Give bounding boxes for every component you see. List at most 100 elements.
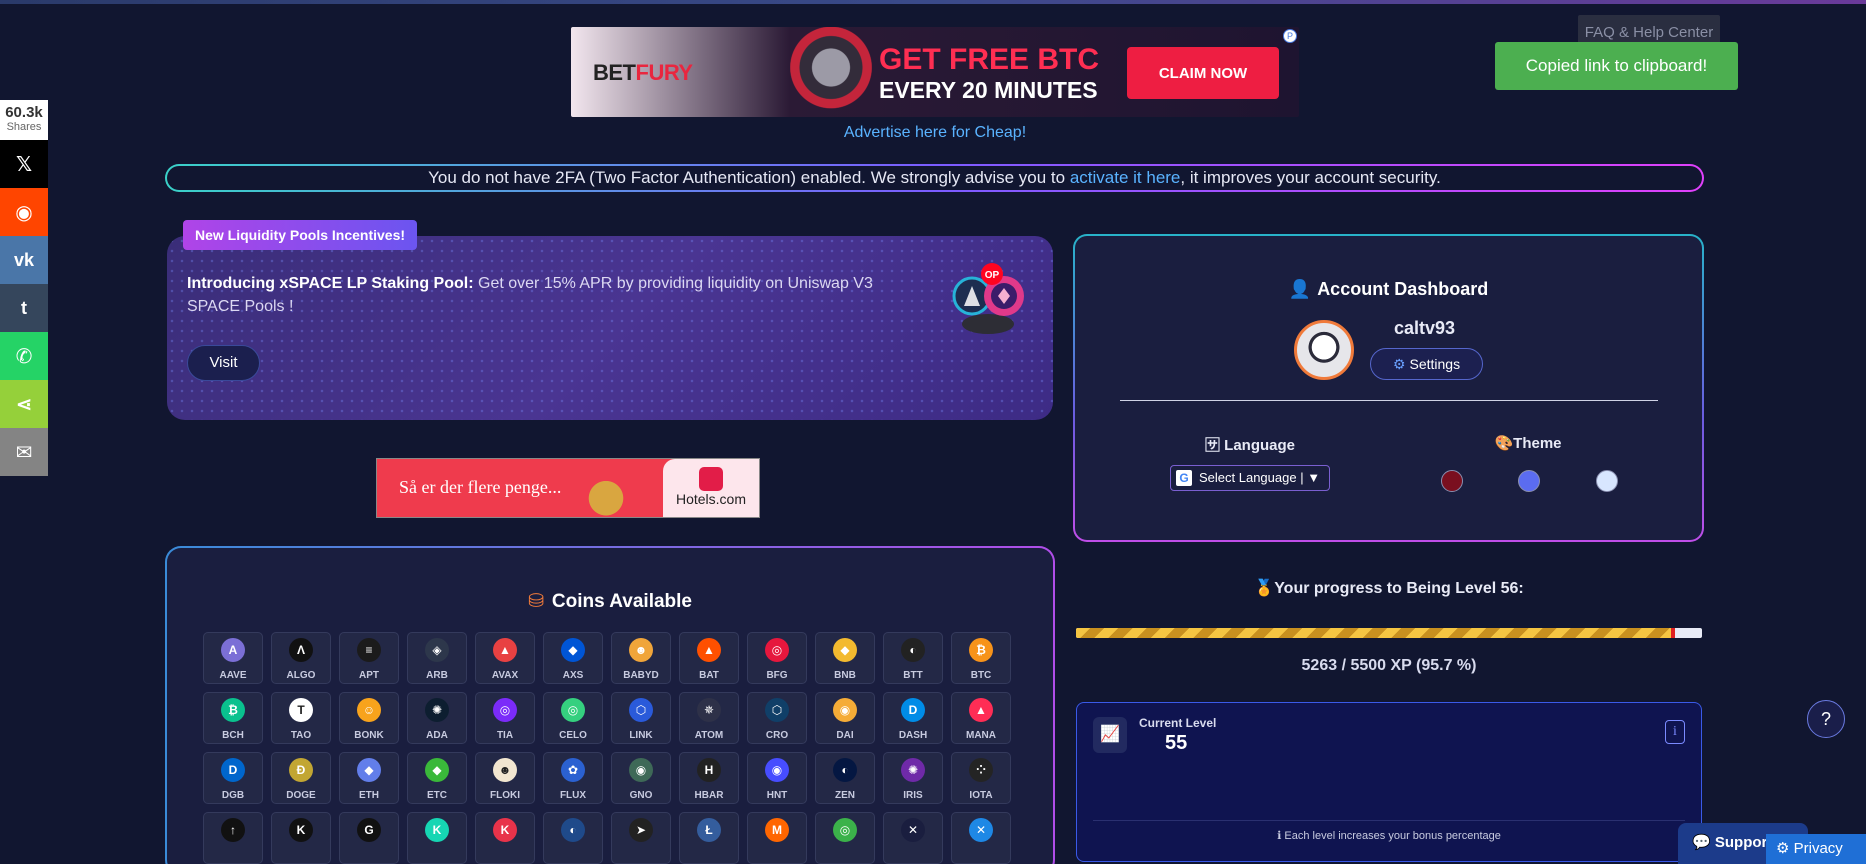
- help-button[interactable]: ?: [1807, 700, 1845, 738]
- share-whatsapp-button[interactable]: ✆: [0, 332, 48, 380]
- promo-tokens-illustration: OP: [952, 263, 1024, 334]
- betfury-logo: BETFURY: [593, 60, 693, 85]
- coin-tile[interactable]: T TAO: [271, 692, 331, 744]
- share-sharethis-button[interactable]: ⋖: [0, 380, 48, 428]
- theme-swatch[interactable]: [1441, 470, 1463, 492]
- coin-tile[interactable]: ◉ GNO: [611, 752, 671, 804]
- email-icon: ✉: [15, 441, 33, 464]
- coin-tile[interactable]: Λ ALGO: [271, 632, 331, 684]
- coin-icon: ☻: [493, 758, 517, 782]
- avatar[interactable]: [1294, 320, 1354, 380]
- coin-tile[interactable]: M: [747, 812, 807, 864]
- coin-icon: A: [221, 638, 245, 662]
- coin-tile[interactable]: ◆ ETH: [339, 752, 399, 804]
- coin-tile[interactable]: ➤: [611, 812, 671, 864]
- award-icon: 🏅: [1254, 580, 1275, 597]
- coin-tile[interactable]: ✵ ATOM: [679, 692, 739, 744]
- coin-icon: ≡: [357, 638, 381, 662]
- coin-tile[interactable]: ◎: [815, 812, 875, 864]
- share-tumblr-button[interactable]: t: [0, 284, 48, 332]
- coin-tile[interactable]: ◆ ETC: [407, 752, 467, 804]
- coin-tile[interactable]: ↑: [203, 812, 263, 864]
- coin-tile[interactable]: ⬡ CRO: [747, 692, 807, 744]
- coin-tile[interactable]: ◐ ZEN: [815, 752, 875, 804]
- language-select[interactable]: G Select Language | ▼: [1170, 465, 1330, 491]
- coin-tile[interactable]: ▲ BAT: [679, 632, 739, 684]
- coin-tile[interactable]: ⬡ LINK: [611, 692, 671, 744]
- adchoices-icon[interactable]: P: [1283, 29, 1297, 43]
- share-email-button[interactable]: ✉: [0, 428, 48, 476]
- top-accent-bar: [0, 0, 1866, 4]
- coin-tile[interactable]: ⁘ IOTA: [951, 752, 1011, 804]
- coin-tile[interactable]: ☻ FLOKI: [475, 752, 535, 804]
- current-level-value: 55: [1165, 732, 1188, 754]
- coin-tile[interactable]: K: [407, 812, 467, 864]
- theme-swatch[interactable]: [1518, 470, 1540, 492]
- progress-title: 🏅Your progress to Being Level 56:: [1254, 580, 1524, 597]
- coin-symbol: DOGE: [286, 790, 316, 801]
- coin-tile[interactable]: Ł: [679, 812, 739, 864]
- share-vk-button[interactable]: vk: [0, 236, 48, 284]
- level-info-button[interactable]: i: [1665, 720, 1685, 744]
- coin-tile[interactable]: ☻ BABYD: [611, 632, 671, 684]
- promo-card: [167, 236, 1053, 420]
- coin-tile[interactable]: ◐: [543, 812, 603, 864]
- coin-tile[interactable]: ◎ TIA: [475, 692, 535, 744]
- coin-tile[interactable]: K: [475, 812, 535, 864]
- coin-tile[interactable]: ◆ AXS: [543, 632, 603, 684]
- coin-icon: ◎: [493, 698, 517, 722]
- coin-tile[interactable]: ◎ CELO: [543, 692, 603, 744]
- coin-tile[interactable]: G: [339, 812, 399, 864]
- coin-tile[interactable]: H HBAR: [679, 752, 739, 804]
- betfury-banner-ad[interactable]: BETFURY GET FREE BTC EVERY 20 MINUTES CL…: [571, 27, 1299, 117]
- claim-now-button[interactable]: CLAIM NOW: [1127, 47, 1279, 99]
- coin-tile[interactable]: ✕: [883, 812, 943, 864]
- coin-tile[interactable]: ≡ APT: [339, 632, 399, 684]
- coin-tile[interactable]: ◆ BNB: [815, 632, 875, 684]
- reddit-icon: ◉: [15, 201, 33, 224]
- coin-tile[interactable]: ◐ BTT: [883, 632, 943, 684]
- coin-tile[interactable]: ◎ BFG: [747, 632, 807, 684]
- account-divider: [1120, 400, 1658, 401]
- coin-tile[interactable]: K: [271, 812, 331, 864]
- share-x-button[interactable]: 𝕏: [0, 140, 48, 188]
- privacy-button[interactable]: ⚙ Privacy: [1766, 834, 1866, 864]
- activate-2fa-link[interactable]: activate it here: [1070, 168, 1181, 187]
- coin-tile[interactable]: D DASH: [883, 692, 943, 744]
- hotels-ad[interactable]: Så er der flere penge... Hotels.com: [376, 458, 760, 518]
- coin-icon: ◆: [833, 638, 857, 662]
- coin-icon: ◆: [561, 638, 585, 662]
- coin-symbol: BFG: [766, 670, 788, 681]
- coin-icon: ▲: [493, 638, 517, 662]
- coin-icon: ↑: [221, 818, 245, 842]
- coin-symbol: MANA: [966, 730, 996, 741]
- coin-tile[interactable]: Ð DOGE: [271, 752, 331, 804]
- coin-tile[interactable]: ☺ BONK: [339, 692, 399, 744]
- advertise-link[interactable]: Advertise here for Cheap!: [571, 124, 1299, 142]
- twofa-text-before: You do not have 2FA (Two Factor Authenti…: [428, 168, 1070, 187]
- coin-tile[interactable]: ₿ BCH: [203, 692, 263, 744]
- coin-tile[interactable]: ₿ BTC: [951, 632, 1011, 684]
- promo-visit-button[interactable]: Visit: [187, 345, 260, 381]
- settings-button[interactable]: ⚙ Settings: [1370, 348, 1483, 380]
- coin-icon: ⁘: [969, 758, 993, 782]
- coin-tile[interactable]: ◈ ARB: [407, 632, 467, 684]
- coin-tile[interactable]: ✕: [951, 812, 1011, 864]
- coin-icon: ◎: [833, 818, 857, 842]
- promo-description: Introducing xSPACE LP Staking Pool: Get …: [187, 275, 873, 315]
- coin-tile[interactable]: ▲ AVAX: [475, 632, 535, 684]
- coin-symbol: LINK: [629, 730, 653, 741]
- coin-symbol: IOTA: [969, 790, 993, 801]
- coin-tile[interactable]: ✺ IRIS: [883, 752, 943, 804]
- coin-tile[interactable]: ✿ FLUX: [543, 752, 603, 804]
- hotels-logo-icon: [699, 467, 723, 491]
- coin-tile[interactable]: ▲ MANA: [951, 692, 1011, 744]
- theme-swatch[interactable]: [1596, 470, 1618, 492]
- coin-tile[interactable]: ◉ HNT: [747, 752, 807, 804]
- coin-tile[interactable]: ◉ DAI: [815, 692, 875, 744]
- coin-tile[interactable]: D DGB: [203, 752, 263, 804]
- share-reddit-button[interactable]: ◉: [0, 188, 48, 236]
- coin-tile[interactable]: A AAVE: [203, 632, 263, 684]
- coin-tile[interactable]: ✺ ADA: [407, 692, 467, 744]
- coin-symbol: BTT: [903, 670, 923, 681]
